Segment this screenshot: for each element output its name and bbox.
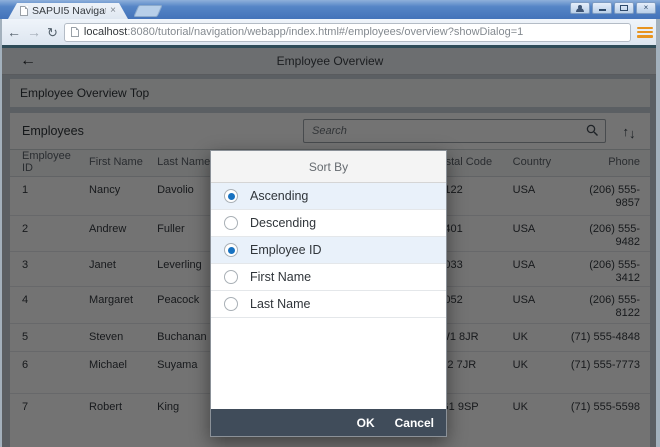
minimize-button[interactable]: [592, 2, 612, 14]
browser-menu-icon[interactable]: [637, 26, 653, 39]
minimize-icon: [599, 9, 606, 11]
tab-close-icon[interactable]: ×: [110, 6, 116, 16]
favicon-document-icon: [20, 6, 28, 16]
page-document-icon: [71, 27, 79, 37]
close-icon: ×: [644, 4, 649, 12]
url-path: :8080/tutorial/navigation/webapp/index.h…: [127, 26, 523, 38]
dialog-footer: OK Cancel: [211, 409, 446, 436]
sort-option-last-name[interactable]: Last Name: [211, 291, 446, 318]
sort-option-employee-id[interactable]: Employee ID: [211, 237, 446, 264]
window-frame-left: [0, 19, 2, 447]
forward-button[interactable]: →: [27, 25, 41, 39]
cancel-button[interactable]: Cancel: [395, 416, 434, 430]
url-bar[interactable]: localhost:8080/tutorial/navigation/webap…: [64, 23, 631, 42]
tab-title: SAPUI5 Navigation: [32, 5, 106, 17]
dialog-body-filler: [211, 318, 446, 409]
radio-icon[interactable]: [224, 297, 238, 311]
window-frame-right: [656, 19, 660, 447]
ok-button[interactable]: OK: [357, 416, 375, 430]
browser-titlebar: SAPUI5 Navigation × ×: [0, 0, 660, 19]
refresh-button[interactable]: ↻: [47, 26, 58, 39]
dialog-title: Sort By: [211, 151, 446, 183]
new-tab-button[interactable]: [133, 5, 162, 17]
sort-option-ascending[interactable]: Ascending: [211, 183, 446, 210]
radio-icon[interactable]: [224, 189, 238, 203]
back-button[interactable]: ←: [7, 25, 21, 39]
sort-option-descending[interactable]: Descending: [211, 210, 446, 237]
sort-dialog: Sort By Ascending Descending Employee ID…: [210, 150, 447, 437]
profile-button[interactable]: [570, 2, 590, 14]
maximize-icon: [620, 5, 628, 11]
window-controls: ×: [570, 2, 656, 14]
url-host: localhost: [84, 26, 127, 38]
browser-tab[interactable]: SAPUI5 Navigation ×: [8, 3, 128, 19]
sort-option-first-name[interactable]: First Name: [211, 264, 446, 291]
browser-window: SAPUI5 Navigation × × ← → ↻ localh: [0, 0, 660, 447]
url-text: localhost:8080/tutorial/navigation/webap…: [84, 26, 523, 38]
browser-toolbar: ← → ↻ localhost:8080/tutorial/navigation…: [0, 19, 660, 45]
radio-icon[interactable]: [224, 270, 238, 284]
maximize-button[interactable]: [614, 2, 634, 14]
close-window-button[interactable]: ×: [636, 2, 656, 14]
radio-icon[interactable]: [224, 216, 238, 230]
radio-icon[interactable]: [224, 243, 238, 257]
